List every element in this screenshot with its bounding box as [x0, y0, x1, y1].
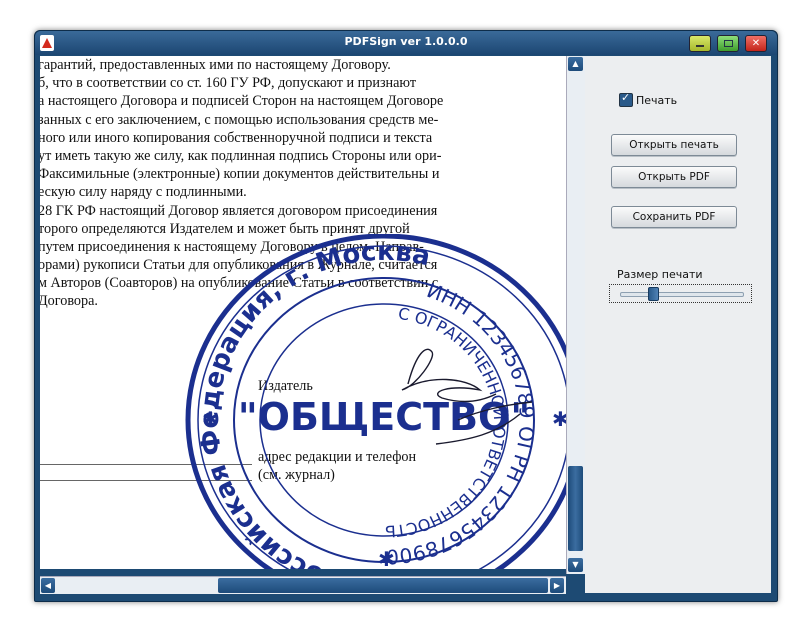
scroll-down-button[interactable]: ▼ [568, 558, 583, 572]
document-line: ного или иного копирования собственноруч… [40, 129, 433, 146]
scroll-up-button[interactable]: ▲ [568, 57, 583, 71]
checkbox-checked-icon[interactable] [619, 91, 633, 107]
horizontal-scrollbar[interactable]: ◀ ▶ [40, 576, 566, 594]
maximize-button[interactable] [717, 35, 739, 52]
stamp-star-icon: ✱ [378, 547, 395, 569]
company-stamp[interactable]: Российская Федерация, г. Москва ИНН 1234… [180, 234, 582, 569]
close-button[interactable]: ✕ [745, 35, 767, 52]
vertical-scrollbar[interactable]: ▲ ▼ [566, 56, 585, 574]
open-pdf-button[interactable]: Открыть PDF [611, 166, 737, 188]
stamp-center-text: "ОБЩЕСТВО" [238, 395, 530, 439]
slider-thumb[interactable] [647, 287, 659, 301]
document-line: Факсимильные (электронные) копии докумен… [40, 166, 440, 183]
stamp-size-label: Размер печати [617, 268, 703, 281]
maximize-icon [718, 36, 738, 51]
save-pdf-button[interactable]: Сохранить PDF [611, 206, 737, 228]
document-line: занных с его заключением, с помощью испо… [40, 111, 439, 128]
horizontal-scroll-thumb[interactable] [218, 578, 548, 593]
open-stamp-button[interactable]: Открыть печать [611, 134, 737, 156]
scroll-left-button[interactable]: ◀ [41, 578, 55, 593]
minimize-icon [690, 36, 710, 51]
pdf-preview[interactable]: гарантий, предоставленных ими по настоящ… [40, 56, 582, 569]
slider-track[interactable] [620, 292, 744, 297]
document-line: б, что в соответствии со ст. 160 ГУ РФ, … [40, 75, 417, 92]
document-line: гарантий, предоставленных ими по настоящ… [40, 57, 391, 73]
vertical-scroll-thumb[interactable] [568, 466, 583, 551]
document-line: ут иметь такую же силу, как подлинная по… [40, 147, 442, 164]
document-line: а настоящего Договора и подписей Сторон … [40, 93, 444, 110]
control-panel: Печать Открыть печать Открыть PDF Сохран… [585, 56, 771, 593]
stamp-size-slider[interactable] [609, 284, 752, 303]
title-bar[interactable]: PDFSign ver 1.0.0.0 ✕ [35, 31, 777, 55]
close-icon: ✕ [751, 38, 761, 49]
document-line: 28 ГК РФ настоящий Договор является дого… [40, 202, 438, 219]
document-line: ескую силу наряду с подлинными. [40, 184, 247, 201]
print-checkbox-label[interactable]: Печать [636, 94, 677, 107]
app-window: PDFSign ver 1.0.0.0 ✕ гарантий, предоста… [34, 30, 778, 602]
scroll-right-button[interactable]: ▶ [550, 578, 564, 593]
minimize-button[interactable] [689, 35, 711, 52]
window-title: PDFSign ver 1.0.0.0 [344, 35, 468, 48]
stamp-star-icon: ✱ [202, 407, 219, 431]
